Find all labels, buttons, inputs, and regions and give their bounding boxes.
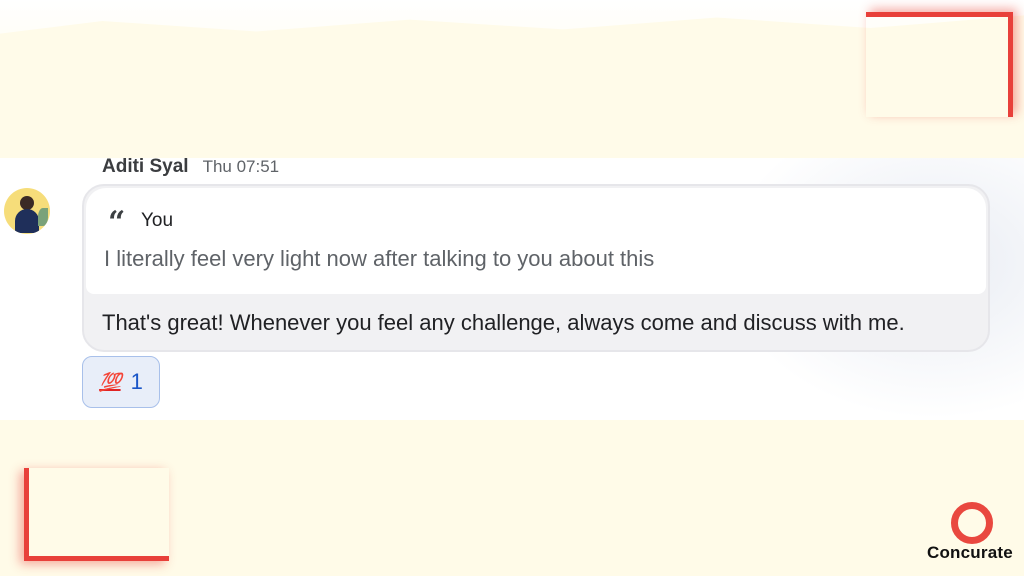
sender-name[interactable]: Aditi Syal <box>102 156 189 178</box>
reaction-count: 1 <box>130 369 143 394</box>
concurate-logo-icon <box>951 502 993 544</box>
avatar-body <box>15 209 39 233</box>
reaction-chip[interactable]: 💯 1 <box>82 356 160 408</box>
hundred-points-emoji-icon: 💯 <box>99 371 121 393</box>
avatar[interactable] <box>4 188 50 234</box>
quoted-text: I literally feel very light now after ta… <box>104 246 655 271</box>
message-text: That's great! Whenever you feel any chal… <box>102 310 905 335</box>
quoted-author: You <box>141 210 174 231</box>
message-header: Aditi Syal Thu 07:51 <box>102 156 279 180</box>
message-timestamp: Thu 07:51 <box>202 157 280 176</box>
decorative-frame-top-right <box>866 12 1013 117</box>
quote-icon: “ <box>108 205 126 240</box>
decorative-frame-bottom-left <box>24 468 169 561</box>
brand-name: Concurate <box>927 543 1013 562</box>
avatar-leaf <box>38 208 48 226</box>
avatar-head <box>20 196 34 210</box>
message-bubble[interactable]: “ You I literally feel very light now af… <box>82 184 990 352</box>
quoted-message[interactable]: “ You I literally feel very light now af… <box>86 188 986 294</box>
